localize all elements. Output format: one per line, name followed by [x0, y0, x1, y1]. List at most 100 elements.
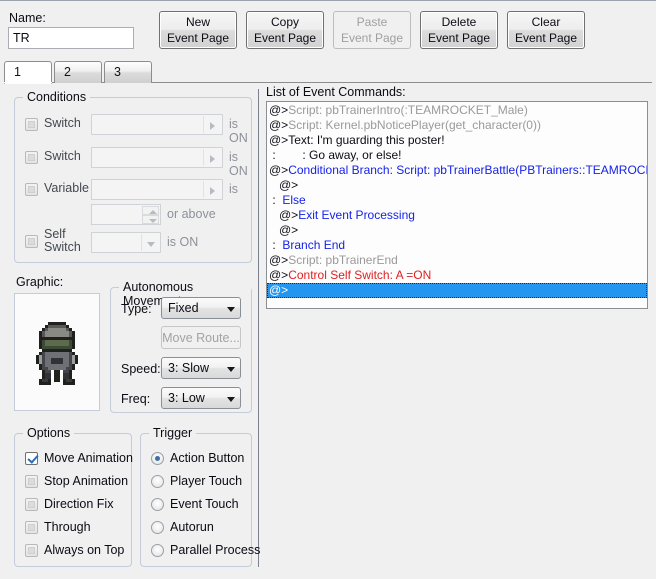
condition-selfswitch-checkbox[interactable]	[25, 235, 38, 248]
command-list-row[interactable]: @>	[267, 283, 647, 298]
player-touch-radio[interactable]	[151, 475, 164, 488]
condition-switch1-checkbox[interactable]	[25, 118, 38, 131]
movement-freq-select[interactable]: 3: Low	[161, 387, 241, 409]
tab-page-3[interactable]: 3	[104, 61, 152, 83]
command-text-segment: :	[269, 193, 283, 207]
condition-switch2-label: Switch	[44, 149, 81, 163]
condition-switch2-suffix: is ON	[229, 150, 248, 178]
command-list-row[interactable]: @>	[267, 178, 647, 193]
always-on-top-checkbox[interactable]	[25, 544, 38, 557]
command-list-row[interactable]: @>Script: pbTrainerIntro(:TEAMROCKET_Mal…	[267, 103, 647, 118]
movement-type-select[interactable]: Fixed	[161, 297, 241, 319]
options-legend: Options	[23, 426, 75, 440]
command-list-row[interactable]: @>Script: Kernel.pbNoticePlayer(get_char…	[267, 118, 647, 133]
command-list-row[interactable]: @>Control Self Switch: A =ON	[267, 268, 647, 283]
copy-event-page-line1: Copy	[270, 14, 299, 29]
command-list-row[interactable]: @>Text: I'm guarding this poster!	[267, 133, 647, 148]
condition-switch2-combo[interactable]	[91, 147, 223, 168]
command-text-segment: @>	[269, 133, 289, 147]
team-rocket-grunt-sprite	[33, 319, 81, 385]
condition-switch2-checkbox[interactable]	[25, 151, 38, 164]
autonomous-movement-group: Autonomous Movement Type: Fixed Move Rou…	[110, 280, 252, 413]
stop-animation-checkbox[interactable]	[25, 475, 38, 488]
autorun-radio[interactable]	[151, 521, 164, 534]
command-text-segment: @>	[269, 103, 289, 117]
command-text-segment: Conditional Branch: Script: pbTrainerBat…	[288, 163, 647, 177]
command-list-row[interactable]: @>	[267, 223, 647, 238]
conditions-group: Conditions Switch is ON Switch is ON Var…	[14, 90, 252, 263]
command-list-row[interactable]: : Branch End	[267, 238, 647, 253]
stepper-up-icon[interactable]	[142, 206, 159, 215]
conditions-legend: Conditions	[23, 90, 91, 104]
active-tab-underline	[4, 82, 52, 83]
new-event-page-button[interactable]: New Event Page	[159, 11, 237, 49]
command-text-segment: @>	[269, 268, 289, 282]
command-list-row[interactable]: : : Go away, or else!	[267, 148, 647, 163]
copy-event-page-button[interactable]: Copy Event Page	[246, 11, 324, 49]
new-event-page-line1: New	[185, 14, 210, 29]
event-editor-window: Name: New Event Page Copy Event Page Pas…	[0, 0, 656, 579]
condition-variable-combo[interactable]	[91, 179, 223, 200]
command-list-row[interactable]: @>Script: pbTrainerEnd	[267, 253, 647, 268]
condition-selfswitch-combo[interactable]	[91, 232, 161, 253]
delete-event-page-button[interactable]: Delete Event Page	[420, 11, 498, 49]
chevron-right-icon	[203, 149, 221, 166]
tab-page-1[interactable]: 1	[4, 61, 52, 84]
paste-event-page-line1: Paste	[356, 14, 388, 29]
player-touch-label: Player Touch	[170, 474, 243, 488]
stepper-down-icon[interactable]	[142, 215, 159, 224]
parallel-process-radio[interactable]	[151, 544, 164, 557]
command-text-segment: @>	[269, 163, 289, 177]
condition-switch1-combo[interactable]	[91, 114, 223, 135]
condition-selfswitch-label: Self Switch	[44, 227, 81, 254]
copy-event-page-line2: Event Page	[253, 31, 317, 45]
command-list-row[interactable]: : Else	[267, 193, 647, 208]
condition-variable-above-suffix: or above	[167, 207, 216, 221]
event-command-list[interactable]: @>Script: pbTrainerIntro(:TEAMROCKET_Mal…	[266, 101, 648, 309]
chevron-down-icon	[227, 367, 235, 372]
delete-event-page-line1: Delete	[441, 14, 477, 29]
command-text-segment: Script: pbTrainerEnd	[288, 253, 398, 267]
condition-variable-value-stepper[interactable]	[91, 204, 161, 225]
through-checkbox[interactable]	[25, 521, 38, 534]
movement-speed-label: Speed:	[121, 362, 161, 376]
toolbar: Name: New Event Page Copy Event Page Pas…	[0, 1, 656, 57]
command-list-row[interactable]: @>Conditional Branch: Script: pbTrainerB…	[267, 163, 647, 178]
command-text-segment: Branch End	[282, 238, 346, 252]
movement-freq-value: 3: Low	[168, 391, 205, 405]
command-text-segment: @>	[269, 253, 289, 267]
move-route-label: Move Route...	[162, 330, 240, 345]
trigger-legend: Trigger	[149, 426, 197, 440]
chevron-down-icon	[141, 234, 159, 251]
clear-event-page-button[interactable]: Clear Event Page	[507, 11, 585, 49]
event-touch-radio[interactable]	[151, 498, 164, 511]
tab-page-2[interactable]: 2	[54, 61, 102, 83]
condition-variable-label: Variable	[44, 181, 89, 195]
event-touch-label: Event Touch	[170, 497, 239, 511]
move-route-button: Move Route...	[161, 326, 241, 349]
event-page-tabs: 1 2 3	[4, 61, 652, 84]
command-list-row[interactable]: @>Exit Event Processing	[267, 208, 647, 223]
movement-type-label: Type:	[121, 302, 152, 316]
movement-speed-select[interactable]: 3: Slow	[161, 357, 241, 379]
always-on-top-label: Always on Top	[44, 543, 125, 557]
graphic-label: Graphic:	[16, 275, 64, 289]
panel-divider	[258, 89, 259, 567]
action-button-label: Action Button	[170, 451, 245, 465]
command-text-segment: @>	[269, 178, 299, 192]
action-button-radio[interactable]	[151, 452, 164, 465]
command-text-segment: Text: I'm guarding this poster!	[288, 133, 445, 147]
graphic-preview-box[interactable]	[14, 293, 100, 411]
command-text-segment: Script: pbTrainerIntro(:TEAMROCKET_Male)	[288, 103, 528, 117]
condition-switch1-suffix: is ON	[229, 117, 248, 145]
direction-fix-checkbox[interactable]	[25, 498, 38, 511]
clear-event-page-line2: Event Page	[514, 31, 578, 45]
clear-event-page-line1: Clear	[531, 14, 561, 29]
autorun-label: Autorun	[170, 520, 214, 534]
movement-freq-label: Freq:	[121, 392, 151, 406]
parallel-process-label: Parallel Process	[170, 543, 261, 557]
movement-speed-value: 3: Slow	[168, 361, 209, 375]
event-name-input[interactable]	[8, 27, 134, 49]
condition-variable-checkbox[interactable]	[25, 183, 38, 196]
move-animation-checkbox[interactable]	[25, 452, 38, 465]
